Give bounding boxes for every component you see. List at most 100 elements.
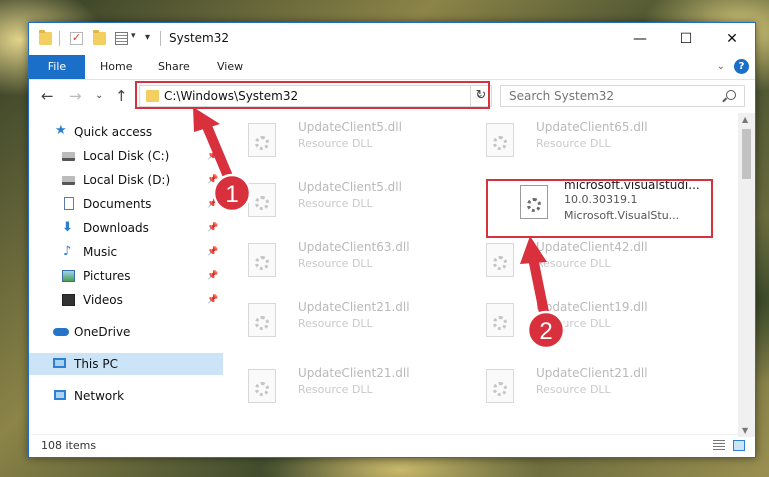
search-icon[interactable] — [726, 90, 736, 100]
file-name: UpdateClient65.dll — [536, 120, 648, 134]
sidebar-item-local-disk-d[interactable]: Local Disk (D:) 📌 — [29, 169, 223, 191]
refresh-button[interactable]: ↻ — [470, 85, 492, 107]
title-bar: ✓ ▾ ▾ System32 — ☐ ✕ — [29, 23, 755, 55]
file-type: Resource DLL — [298, 197, 373, 210]
dll-file-icon — [248, 123, 276, 157]
search-box[interactable] — [500, 85, 745, 107]
divider — [59, 31, 60, 46]
sidebar-item-label: OneDrive — [74, 325, 131, 339]
pin-icon: 📌 — [207, 151, 219, 161]
file-type: Resource DLL — [298, 383, 373, 396]
dll-file-icon — [520, 185, 548, 219]
help-icon[interactable]: ? — [734, 59, 749, 74]
sidebar-item-local-disk-c[interactable]: Local Disk (C:) 📌 — [29, 145, 223, 167]
sidebar-item-this-pc[interactable]: This PC — [29, 353, 223, 375]
dll-file-icon — [486, 369, 514, 403]
address-bar[interactable]: C:\Windows\System32 ⌄ — [139, 85, 489, 107]
sidebar-item-videos[interactable]: Videos 📌 — [29, 289, 223, 311]
dll-file-icon — [486, 123, 514, 157]
properties-icon[interactable] — [115, 32, 128, 45]
pictures-icon — [62, 270, 75, 282]
sidebar-item-network[interactable]: Network — [29, 385, 223, 407]
list-item[interactable]: UpdateClient21.dll Resource DLL — [464, 363, 684, 407]
forward-button[interactable]: → — [69, 87, 82, 105]
folder-icon — [146, 90, 159, 102]
file-name: UpdateClient63.dll — [298, 240, 410, 254]
sidebar-item-label: Local Disk (D:) — [83, 173, 171, 187]
new-folder-icon[interactable] — [93, 30, 106, 45]
file-explorer-window: ✓ ▾ ▾ System32 — ☐ ✕ File Home Share Vie… — [28, 22, 756, 458]
list-item[interactable]: UpdateClient5.dll Resource DLL — [226, 117, 446, 161]
file-name: UpdateClient42.dll — [536, 240, 648, 254]
divider — [160, 31, 161, 46]
selected-file-item[interactable]: microsoft.visualstudi... 10.0.30319.1 Mi… — [464, 175, 700, 229]
vertical-scrollbar[interactable]: ▲ ▼ — [738, 113, 755, 437]
file-list: UpdateClient5.dll Resource DLL UpdateCli… — [226, 113, 738, 437]
sidebar-item-label: Downloads — [83, 221, 149, 235]
dll-file-icon — [248, 369, 276, 403]
file-type: Resource DLL — [536, 383, 611, 396]
sidebar-item-label: This PC — [74, 357, 118, 371]
file-version: 10.0.30319.1 — [564, 193, 638, 206]
file-name: UpdateClient5.dll — [298, 120, 402, 134]
sidebar-item-music[interactable]: ♪ Music 📌 — [29, 241, 223, 263]
tiles-view-icon[interactable] — [733, 440, 745, 451]
file-name: microsoft.visualstudi... — [564, 178, 700, 192]
tab-file[interactable]: File — [29, 55, 85, 79]
sidebar-item-label: Music — [83, 245, 118, 259]
navigation-pane: ★ Quick access Local Disk (C:) 📌 Local D… — [29, 113, 225, 437]
item-count: 108 items — [41, 439, 97, 452]
tab-share[interactable]: Share — [158, 55, 190, 79]
list-item[interactable]: UpdateClient63.dll Resource DLL — [226, 237, 446, 281]
pin-icon: 📌 — [207, 247, 219, 257]
minimize-button[interactable]: — — [617, 23, 663, 55]
sidebar-item-quick-access[interactable]: ★ Quick access — [29, 121, 223, 143]
sidebar-item-label: Quick access — [74, 125, 153, 139]
tab-view[interactable]: View — [217, 55, 243, 79]
list-item[interactable]: UpdateClient5.dll Resource DLL — [226, 177, 446, 221]
properties-check-icon[interactable]: ✓ — [70, 32, 83, 45]
file-name: UpdateClient21.dll — [298, 300, 410, 314]
status-bar: 108 items — [29, 434, 755, 457]
dll-file-icon — [248, 303, 276, 337]
file-description: Microsoft.VisualStu... — [564, 209, 680, 222]
file-type: Resource DLL — [536, 137, 611, 150]
pin-icon: 📌 — [207, 295, 219, 305]
sidebar-item-onedrive[interactable]: OneDrive — [29, 321, 223, 343]
list-item[interactable]: UpdateClient42.dll Resource DLL — [464, 237, 684, 281]
expand-ribbon-icon[interactable]: ⌄ — [717, 61, 725, 72]
search-input[interactable] — [509, 88, 709, 104]
list-item[interactable]: UpdateClient21.dll Resource DLL — [226, 297, 446, 341]
list-item[interactable]: UpdateClient21.dll Resource DLL — [226, 363, 446, 407]
star-icon: ★ — [55, 123, 67, 138]
scroll-thumb[interactable] — [742, 129, 751, 179]
scroll-up-icon[interactable]: ▲ — [742, 115, 748, 124]
list-item[interactable]: UpdateClient65.dll Resource DLL — [464, 117, 684, 161]
drive-icon — [62, 176, 75, 185]
cloud-icon — [53, 328, 69, 336]
file-type: Resource DLL — [298, 137, 373, 150]
address-path[interactable]: C:\Windows\System32 — [164, 89, 298, 103]
list-item[interactable]: UpdateClient19.dll Resource DLL — [464, 297, 684, 341]
sidebar-item-downloads[interactable]: ⬇ Downloads 📌 — [29, 217, 223, 239]
file-name: UpdateClient21.dll — [298, 366, 410, 380]
sidebar-item-label: Documents — [83, 197, 152, 211]
maximize-button[interactable]: ☐ — [663, 23, 709, 55]
file-type: Resource DLL — [298, 257, 373, 270]
details-view-icon[interactable] — [713, 440, 725, 451]
close-button[interactable]: ✕ — [709, 23, 755, 55]
sidebar-item-label: Local Disk (C:) — [83, 149, 170, 163]
customize-toolbar-icon[interactable]: ▾ — [145, 32, 150, 43]
tab-home[interactable]: Home — [100, 55, 132, 79]
recent-locations-button[interactable]: ⌄ — [95, 90, 103, 101]
back-button[interactable]: ← — [41, 87, 54, 105]
file-name: UpdateClient5.dll — [298, 180, 402, 194]
up-button[interactable]: ↑ — [115, 87, 128, 105]
file-type: Resource DLL — [536, 257, 611, 270]
sidebar-item-pictures[interactable]: Pictures 📌 — [29, 265, 223, 287]
sidebar-item-documents[interactable]: Documents 📌 — [29, 193, 223, 215]
pin-icon: 📌 — [207, 271, 219, 281]
dll-file-icon — [486, 303, 514, 337]
computer-icon — [53, 358, 66, 368]
chevron-down-icon[interactable]: ▾ — [131, 31, 136, 41]
